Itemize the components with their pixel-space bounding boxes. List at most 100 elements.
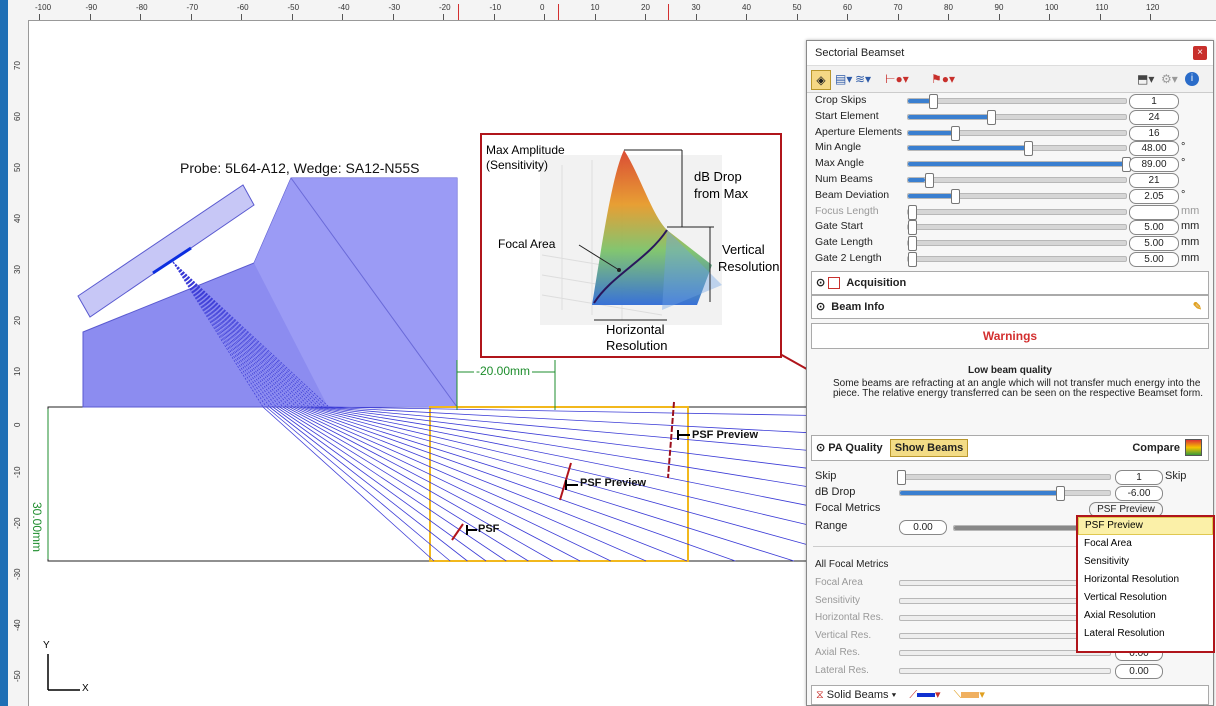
param-spinner[interactable]: 24 — [1129, 109, 1179, 125]
pencil-icon[interactable]: ✎ — [1193, 296, 1202, 318]
chevron-down-icon[interactable]: ▾ — [892, 689, 897, 701]
flag-icon[interactable]: ⚑●▾ — [931, 70, 955, 88]
param-label: Gate Start — [815, 220, 863, 233]
slider-thumb — [1023, 141, 1033, 157]
skip-spinner[interactable]: 1 — [1115, 470, 1163, 485]
param-slider[interactable] — [907, 236, 1127, 252]
pa-quality-label: PA Quality — [828, 442, 883, 454]
dropdown-option[interactable]: Sensitivity — [1078, 553, 1213, 571]
param-unit: mm — [1181, 236, 1200, 249]
range-min-spinner[interactable]: 0.00 — [899, 520, 947, 535]
dropdown-option[interactable]: Horizontal Resolution — [1078, 571, 1213, 589]
axis-y-label: Y — [43, 640, 50, 651]
focal-metrics-label: Focal Metrics — [815, 502, 881, 514]
expand-icon[interactable]: ⊙ — [816, 301, 825, 313]
waveform-icon[interactable]: ≋▾ — [855, 70, 871, 88]
db-drop-slider[interactable] — [899, 486, 1111, 501]
scan-view-icon[interactable]: ▤▾ — [835, 70, 852, 88]
gear-icon[interactable]: ⚙▾ — [1161, 70, 1178, 88]
slider-thumb — [908, 204, 917, 220]
param-slider[interactable] — [907, 157, 1131, 173]
param-spinner[interactable]: 21 — [1129, 173, 1179, 188]
gate-icon[interactable]: ⊢●▾ — [885, 70, 909, 88]
dropdown-option[interactable]: PSF Preview — [1078, 517, 1213, 535]
panel-title: Sectorial Beamset — [815, 47, 905, 59]
param-label: Num Beams — [815, 173, 873, 185]
display-icon[interactable]: ⬒▾ — [1137, 70, 1154, 88]
compare-button[interactable]: Compare — [1132, 436, 1180, 460]
db-drop-label: dB Drop — [815, 486, 856, 498]
warnings-label: Warnings — [982, 329, 1038, 343]
param-label: Start Element — [815, 109, 879, 122]
range-slider[interactable] — [953, 525, 1085, 531]
show-beams-button[interactable]: Show Beams — [889, 439, 969, 457]
solid-beams-select[interactable]: Solid Beams — [827, 689, 889, 701]
range-label: Range — [815, 520, 848, 532]
inset-resolution-v: Resolution — [718, 259, 780, 274]
panel-toolbar: ◈ ▤▾ ≋▾ ⊢●▾ ⚑●▾ ⬒▾ ⚙▾ i — [807, 66, 1213, 93]
param-spinner[interactable]: 1 — [1129, 94, 1179, 109]
dropdown-option[interactable]: Lateral Resolution — [1078, 625, 1213, 643]
compare-icon[interactable] — [1185, 439, 1202, 456]
dropdown-option[interactable]: Focal Area — [1078, 535, 1213, 553]
warning-text: Some beams are refracting at an angle wh… — [833, 378, 1204, 399]
param-slider[interactable] — [907, 204, 1127, 220]
slider-thumb — [929, 94, 939, 109]
info-icon[interactable]: i — [1185, 72, 1199, 86]
psf-label: PSF — [478, 523, 500, 535]
beamset-icon[interactable]: ◈ — [811, 70, 831, 90]
metric-label: Focal Area — [815, 577, 863, 588]
param-slider[interactable] — [907, 141, 1127, 157]
param-unit: ° — [1181, 157, 1186, 170]
fill-color-icon[interactable]: ⟍ ▾ — [954, 689, 985, 701]
param-spinner[interactable]: 48.00 — [1129, 141, 1179, 157]
param-slider[interactable] — [907, 94, 1127, 109]
param-slider[interactable] — [907, 188, 1127, 204]
param-slider[interactable] — [907, 252, 1127, 267]
param-row: Crop Skips 1 — [807, 93, 1213, 109]
param-row: Beam Deviation 2.05 ° — [807, 188, 1213, 204]
dropdown-option[interactable]: Axial Resolution — [1078, 607, 1213, 625]
slider-thumb — [950, 188, 960, 204]
param-spinner[interactable] — [1129, 204, 1179, 220]
param-label: Crop Skips — [815, 94, 867, 106]
param-label: Gate 2 Length — [815, 252, 882, 264]
workspace-canvas[interactable]: -100 -90 -80 -70 -60 -50 -40 -30 -20 -10 0 10 20 30 40… — [8, 0, 1216, 706]
param-label: Focus Length — [815, 204, 879, 217]
acquisition-section[interactable]: ⊙ Acquisition — [811, 271, 1209, 295]
param-slider[interactable] — [907, 220, 1127, 236]
db-drop-spinner[interactable]: -6.00 — [1115, 486, 1163, 501]
param-slider[interactable] — [907, 173, 1127, 188]
param-row: Focus Length mm — [807, 204, 1213, 220]
inset-db-drop: dB Drop — [694, 169, 742, 184]
expand-icon[interactable]: ⊙ — [816, 442, 825, 454]
panel-title-bar: Sectorial Beamset × — [807, 41, 1213, 66]
close-icon[interactable]: × — [1193, 46, 1207, 60]
beam-info-label: Beam Info — [831, 301, 885, 313]
param-unit: mm — [1181, 204, 1200, 217]
skip-unit: Skip — [1165, 470, 1187, 482]
param-spinner[interactable]: 16 — [1129, 125, 1179, 141]
param-slider[interactable] — [907, 125, 1127, 141]
param-spinner[interactable]: 2.05 — [1129, 188, 1179, 204]
param-row: Gate Start 5.00 mm — [807, 219, 1213, 236]
beam-info-section[interactable]: ⊙ Beam Info ✎ — [811, 295, 1209, 319]
param-row: Max Angle 89.00 ° — [807, 156, 1213, 173]
expand-icon[interactable]: ⊙ — [816, 277, 825, 289]
param-label: Beam Deviation — [815, 188, 890, 201]
param-spinner[interactable]: 5.00 — [1129, 220, 1179, 236]
inset-resolution-h: Resolution — [606, 338, 668, 353]
metric-bar — [899, 667, 1111, 674]
inset-vertical: Vertical — [722, 242, 765, 257]
solid-beams-icon[interactable]: ⧖ — [816, 689, 824, 701]
slider-thumb — [950, 125, 960, 141]
param-spinner[interactable]: 5.00 — [1129, 236, 1179, 252]
param-label: Max Angle — [815, 157, 865, 170]
warnings-section: Warnings — [811, 323, 1209, 349]
param-spinner[interactable]: 89.00 — [1129, 157, 1179, 173]
param-spinner[interactable]: 5.00 — [1129, 252, 1179, 267]
line-color-icon[interactable]: ⟋ ▾ — [909, 689, 940, 701]
param-slider[interactable] — [907, 109, 1127, 125]
dropdown-option[interactable]: Vertical Resolution — [1078, 589, 1213, 607]
skip-slider[interactable] — [897, 470, 1111, 485]
